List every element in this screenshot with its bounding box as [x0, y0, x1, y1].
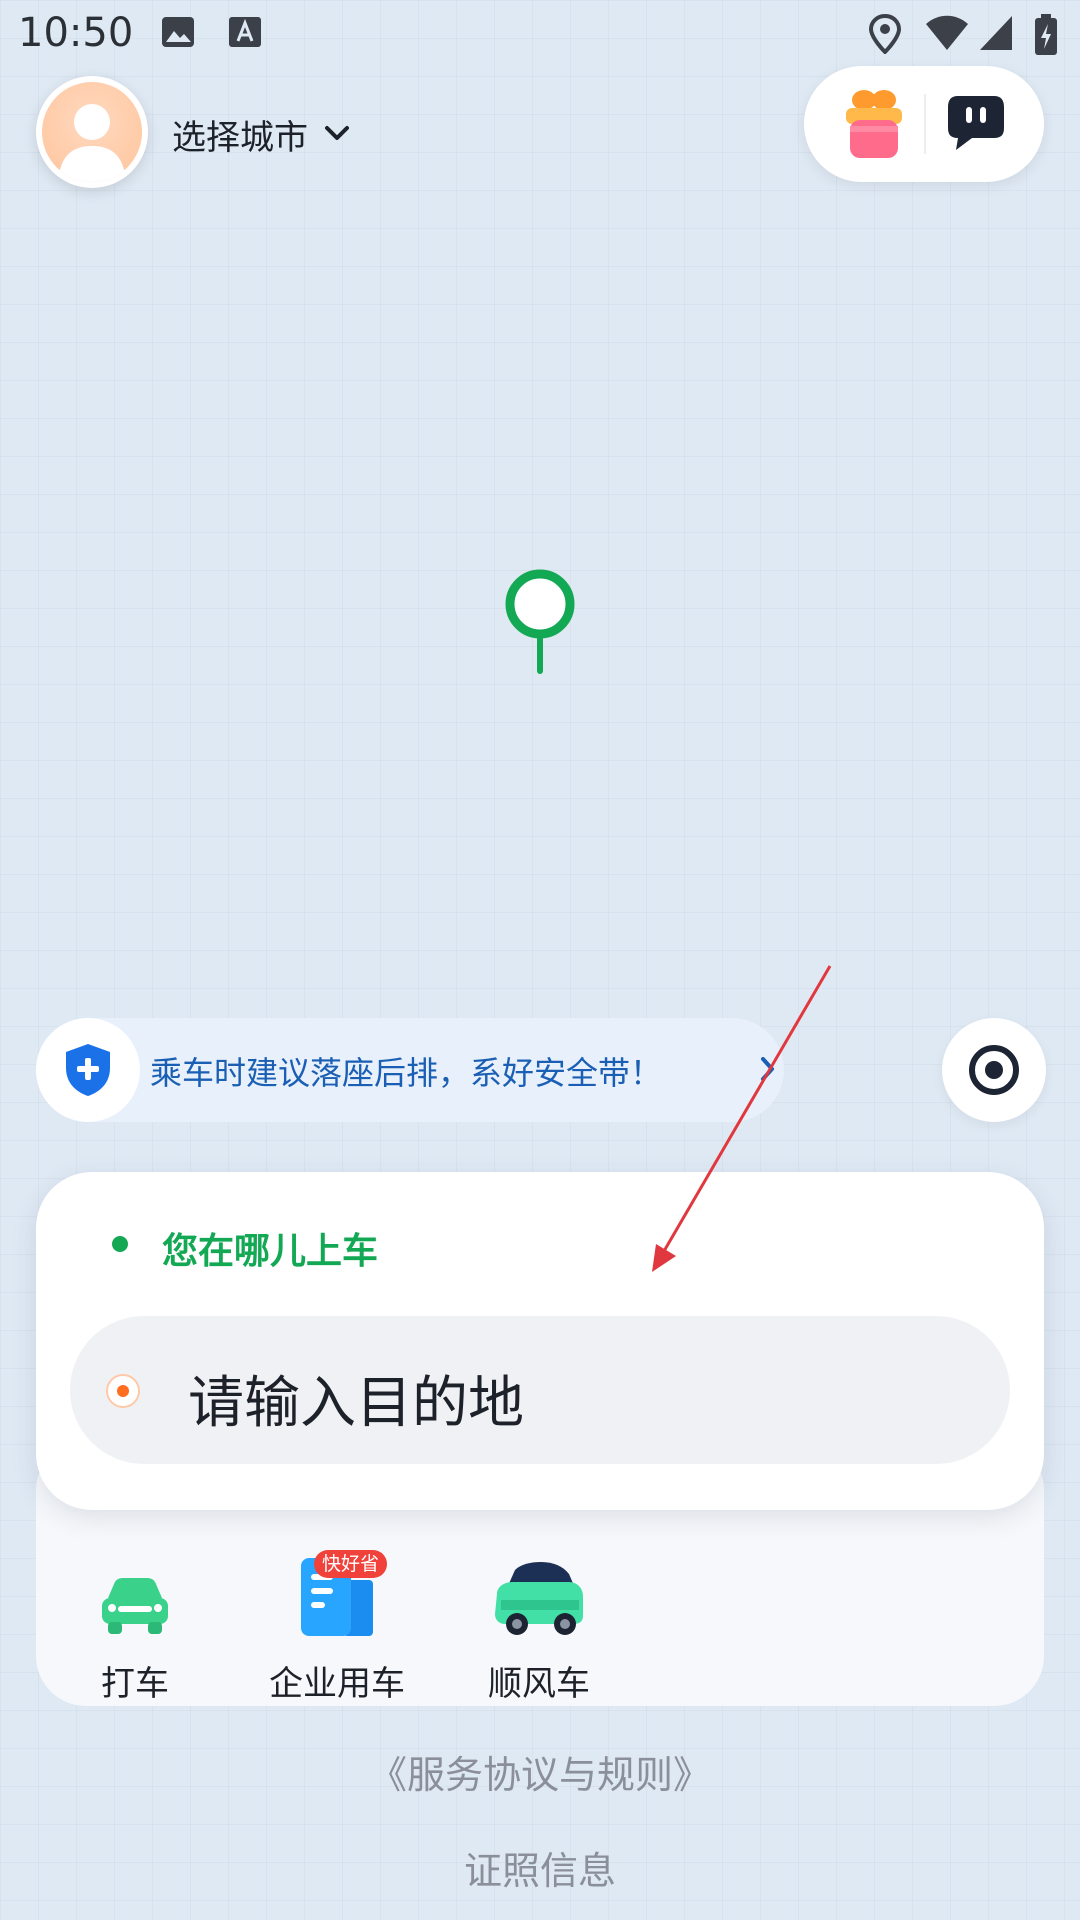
pickup-pin-icon: [505, 569, 575, 674]
city-select-label: 选择城市: [172, 117, 308, 158]
actions-divider: [924, 94, 926, 154]
trip-card: 您在哪儿上车 请输入目的地: [36, 1172, 1044, 1510]
chevron-down-icon: [325, 126, 349, 140]
service-label: 企业用车: [269, 1664, 405, 1704]
city-selector[interactable]: 选择城市: [172, 106, 350, 162]
shield-wrapper: [36, 1018, 140, 1122]
safety-banner[interactable]: 乘车时建议落座后排，系好安全带！: [36, 1018, 784, 1122]
top-actions: [804, 66, 1044, 182]
status-time: 10:50: [18, 10, 134, 56]
carpool-car-icon: [495, 1562, 583, 1635]
image-icon: [162, 17, 194, 47]
text-a-icon: [229, 17, 261, 47]
service-taxi[interactable]: 打车: [50, 1546, 220, 1705]
signal-icon: [980, 16, 1012, 50]
user-avatar-icon: [42, 82, 142, 182]
locate-button[interactable]: [942, 1018, 1046, 1122]
gift-icon[interactable]: [842, 86, 906, 162]
service-label: 顺风车: [488, 1664, 590, 1704]
destination-placeholder: 请输入目的地: [188, 1371, 524, 1436]
destination-input[interactable]: 请输入目的地: [70, 1316, 1010, 1464]
locate-target-icon: [969, 1045, 1019, 1095]
wifi-icon: [926, 15, 968, 50]
battery-charging-icon: [1035, 14, 1057, 55]
chevron-right-icon: [761, 1057, 774, 1081]
service-agreement-link[interactable]: 《服务协议与规则》: [0, 1744, 1080, 1799]
avatar[interactable]: [36, 76, 148, 188]
promo-badge: 快好省: [314, 1550, 388, 1578]
pickup-dot-icon: [112, 1236, 128, 1252]
pickup-location[interactable]: 您在哪儿上车: [162, 1222, 378, 1274]
service-label: 打车: [101, 1664, 169, 1704]
service-carpool[interactable]: 顺风车: [454, 1546, 624, 1705]
message-bubble-icon[interactable]: [944, 92, 1008, 154]
license-info-link[interactable]: 证照信息: [0, 1840, 1080, 1895]
safety-banner-text: 乘车时建议落座后排，系好安全带！: [150, 1054, 663, 1092]
car-icon: [102, 1578, 168, 1634]
status-bar: 10:50: [0, 0, 1080, 72]
destination-dot-icon: [106, 1374, 140, 1408]
location-icon: [868, 14, 902, 54]
shield-plus-icon: [66, 1044, 110, 1096]
